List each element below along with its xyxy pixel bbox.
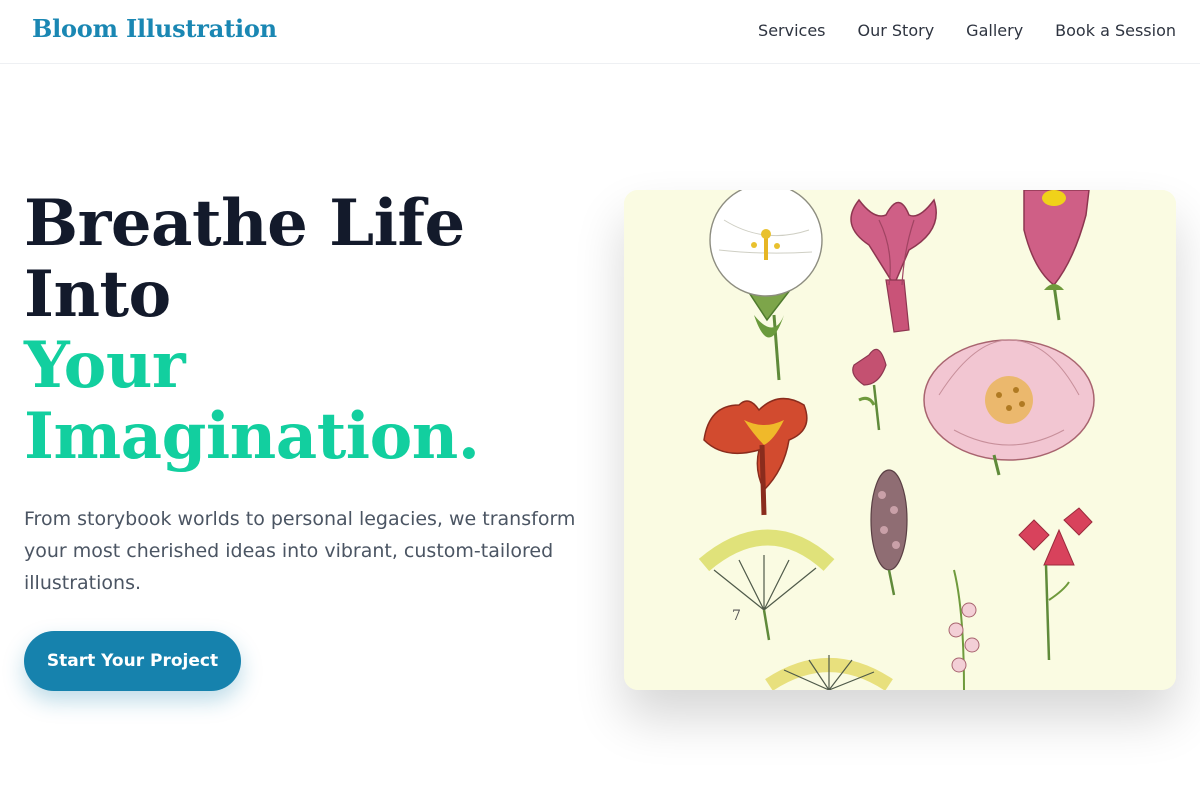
brand-logo[interactable]: Bloom Illustration <box>32 14 277 43</box>
hero-title-line-1: Breathe Life <box>24 186 465 261</box>
nav-link-our-story[interactable]: Our Story <box>858 20 935 42</box>
hero-title-line-3: Your <box>24 328 186 403</box>
nav-link-gallery[interactable]: Gallery <box>966 20 1023 42</box>
flower-plate-image: 7 <box>624 190 1176 690</box>
hero-title-line-2: Into <box>24 257 171 332</box>
nav-link-services[interactable]: Services <box>758 20 825 42</box>
botanical-illustration: 7 <box>624 190 1176 690</box>
main-nav: Services Our Story Gallery Book a Sessio… <box>758 20 1176 42</box>
top-navigation-bar: Bloom Illustration Services Our Story Ga… <box>0 0 1200 64</box>
start-project-button[interactable]: Start Your Project <box>24 631 241 691</box>
plate-number: 7 <box>732 608 741 624</box>
hero-title: Breathe Life Into Your Imagination. <box>24 188 480 472</box>
nav-link-book-a-session[interactable]: Book a Session <box>1055 20 1176 42</box>
hero-description: From storybook worlds to personal legaci… <box>24 508 576 594</box>
hero-title-line-4: Imagination. <box>24 399 480 474</box>
